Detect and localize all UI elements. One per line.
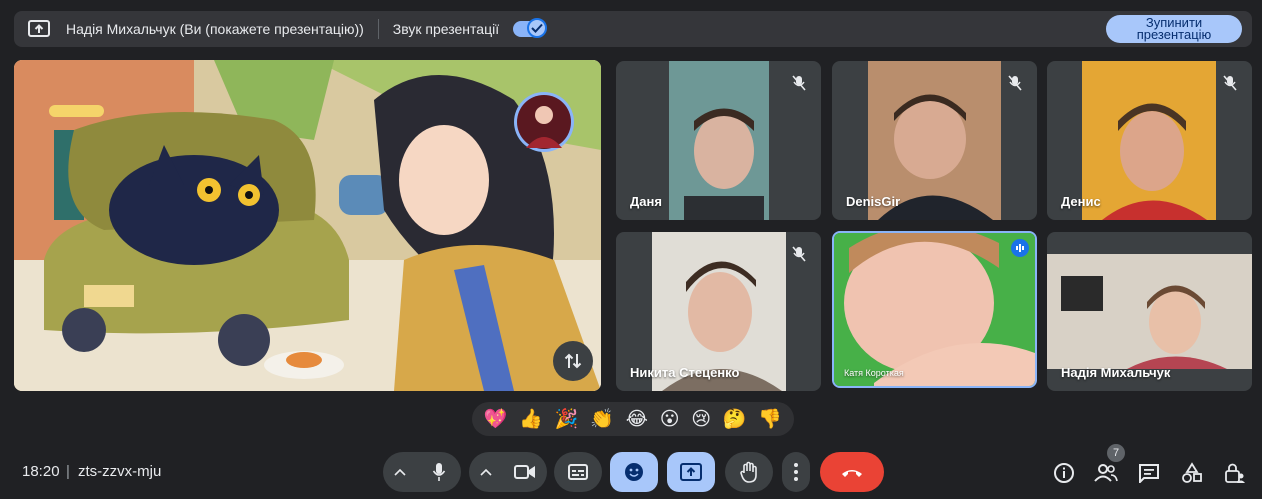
participant-video <box>669 61 769 220</box>
participant-tile-self[interactable]: Надія Михальчук <box>1047 232 1252 391</box>
emoji-icon <box>625 463 643 481</box>
participant-tile[interactable]: Даня <box>616 61 821 220</box>
camera-control-group <box>469 452 547 492</box>
people-button[interactable] <box>1093 460 1119 486</box>
participant-tile[interactable]: DenisGir <box>832 61 1037 220</box>
hand-icon <box>740 461 757 483</box>
participant-name: Никита Стеценко <box>630 365 740 380</box>
reaction-clap[interactable]: 👏 <box>590 409 614 429</box>
meeting-details-button[interactable] <box>1051 460 1077 486</box>
camera-options-button[interactable] <box>469 452 503 492</box>
reaction-party[interactable]: 🎉 <box>555 409 579 429</box>
participant-name: Денис <box>1061 194 1101 209</box>
present-screen-icon <box>26 16 52 42</box>
more-options-button[interactable] <box>782 452 810 492</box>
mic-icon <box>432 463 446 481</box>
call-end-icon <box>842 470 862 477</box>
reaction-laugh[interactable]: 😂 <box>626 409 648 429</box>
mic-off-icon <box>1218 71 1242 95</box>
info-icon <box>1054 463 1074 483</box>
raise-hand-button[interactable] <box>725 452 773 492</box>
check-icon <box>527 18 548 38</box>
captions-button[interactable] <box>554 452 602 492</box>
chat-icon <box>1139 464 1159 483</box>
speaking-indicator-icon <box>1011 239 1029 257</box>
shapes-icon <box>1182 462 1202 483</box>
meeting-code: zts-zzvx-mju <box>78 463 162 480</box>
present-now-button[interactable] <box>667 452 715 492</box>
participant-video <box>1082 61 1216 220</box>
activities-button[interactable] <box>1179 460 1205 486</box>
swap-vert-icon <box>564 353 582 369</box>
chevron-up-icon <box>394 468 406 476</box>
camera-button[interactable] <box>503 452 547 492</box>
reaction-thumbs-down[interactable]: 👎 <box>758 409 782 429</box>
reaction-thinking[interactable]: 🤔 <box>723 409 747 429</box>
presentation-tile[interactable] <box>14 60 601 391</box>
meeting-separator: | <box>66 463 70 480</box>
mic-off-icon <box>787 242 811 266</box>
mic-button[interactable] <box>417 452 461 492</box>
presentation-sound-label: Звук презентації <box>392 21 500 37</box>
chevron-up-icon <box>480 468 492 476</box>
presenting-banner: Надія Михальчук (Ви (покажете презентаці… <box>14 11 1252 47</box>
mic-off-icon <box>787 71 811 95</box>
participant-video <box>834 233 1035 386</box>
reaction-heart[interactable]: 💖 <box>484 409 508 429</box>
people-icon <box>1094 464 1118 482</box>
meeting-time: 18:20 <box>22 463 60 480</box>
participant-video <box>1047 254 1252 369</box>
banner-divider <box>377 19 379 39</box>
participant-name: Надія Михальчук <box>1061 365 1171 380</box>
closed-captions-icon <box>568 464 588 480</box>
mic-control-group <box>383 452 461 492</box>
participant-tile[interactable]: Никита Стеценко <box>616 232 821 391</box>
more-vert-icon <box>794 463 798 481</box>
participant-tile-active-speaker[interactable]: Катя Короткая <box>832 231 1037 388</box>
videocam-icon <box>514 465 535 479</box>
reactions-button[interactable] <box>610 452 658 492</box>
reactions-bar: 💖 👍 🎉 👏 😂 😮 😢 🤔 👎 <box>472 402 794 436</box>
swap-layout-button[interactable] <box>553 341 593 381</box>
people-count-badge: 7 <box>1107 444 1125 462</box>
participant-name: Даня <box>630 194 662 209</box>
participant-tile[interactable]: Денис <box>1047 61 1252 220</box>
presentation-illustration <box>14 60 601 391</box>
participant-name: DenisGir <box>846 194 901 209</box>
stop-presenting-button[interactable]: Зупинити презентацію <box>1106 15 1242 43</box>
chat-button[interactable] <box>1136 460 1162 486</box>
reaction-thumbs-up[interactable]: 👍 <box>519 409 543 429</box>
participant-name: Катя Короткая <box>844 368 904 378</box>
presenter-title: Надія Михальчук (Ви (покажете презентаці… <box>66 21 364 37</box>
host-controls-button[interactable] <box>1222 460 1248 486</box>
lock-person-icon <box>1225 463 1245 483</box>
reaction-surprised[interactable]: 😮 <box>660 409 680 429</box>
present-to-all-icon <box>680 463 702 481</box>
mic-options-button[interactable] <box>383 452 417 492</box>
presentation-sound-toggle[interactable] <box>513 18 548 38</box>
reaction-sad[interactable]: 😢 <box>691 409 711 429</box>
leave-call-button[interactable] <box>820 452 884 492</box>
mic-off-icon <box>1003 71 1027 95</box>
